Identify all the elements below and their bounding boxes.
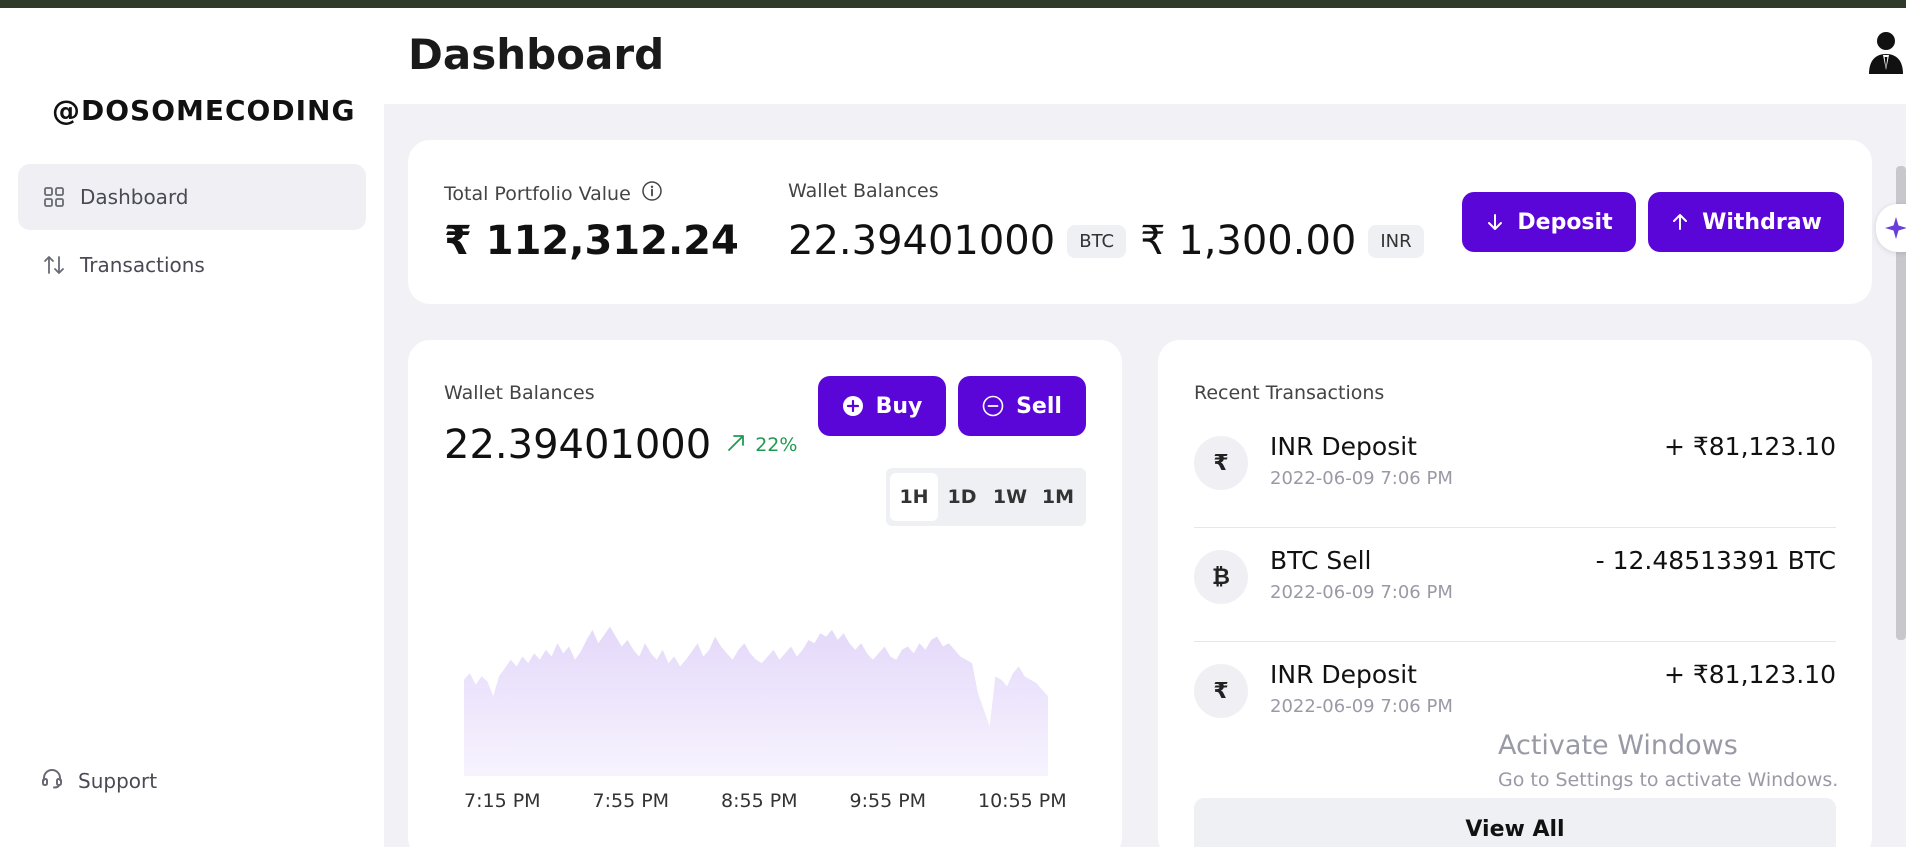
wallet-balances-label: Wallet Balances [788,180,939,202]
wallet-balances-row: 22.39401000 BTC ₹ 1,300.00 INR [788,218,1438,264]
x-tick-label: 10:55 PM [978,790,1067,812]
chart-area-series [464,626,1048,776]
brand-logo: @DOSOMECODING [52,94,356,127]
wallet-chart-value: 22.39401000 [444,422,712,468]
transaction-row[interactable]: ₿ BTC Sell 2022-06-09 7:06 PM - 12.48513… [1194,528,1836,642]
buy-label: Buy [875,393,923,419]
transaction-name: INR Deposit [1270,432,1417,461]
withdraw-label: Withdraw [1702,209,1822,235]
main-content: Total Portfolio Value ₹ 112,312.24 Walle… [384,104,1906,847]
x-tick-label: 8:55 PM [721,790,798,812]
sidebar-item-label: Transactions [80,253,205,277]
minus-circle-icon [982,395,1004,417]
swap-vertical-icon [42,253,66,277]
sidebar-item-label: Dashboard [80,185,189,209]
range-1w[interactable]: 1W [986,473,1034,521]
time-range-selector: 1H 1D 1W 1M [886,468,1086,526]
portfolio-label-row: Total Portfolio Value [444,180,663,207]
sidebar-item-dashboard[interactable]: Dashboard [18,164,366,230]
change-indicator: 22% [725,432,797,459]
transaction-name: BTC Sell [1270,546,1372,575]
transaction-row[interactable]: ₹ INR Deposit 2022-06-09 7:06 PM + ₹81,1… [1194,642,1836,756]
balance-area-chart [464,626,1048,776]
trend-up-icon [725,432,747,459]
recent-transactions-card: Recent Transactions ₹ INR Deposit 2022-0… [1158,340,1872,847]
inr-unit-badge: INR [1368,224,1424,258]
portfolio-value: ₹ 112,312.24 [444,218,739,264]
arrow-down-icon [1485,212,1505,232]
sell-label: Sell [1016,393,1062,419]
wallet-chart-card: Wallet Balances 22.39401000 22% Buy Sell… [408,340,1122,847]
range-1h[interactable]: 1H [890,473,938,521]
portfolio-label: Total Portfolio Value [444,182,631,205]
x-tick-label: 9:55 PM [849,790,927,812]
wallet-chart-label: Wallet Balances [444,382,595,404]
user-icon[interactable] [1846,30,1906,78]
btc-balance: 22.39401000 [788,218,1056,264]
withdraw-button[interactable]: Withdraw [1648,192,1844,252]
grid-icon [42,185,66,209]
rupee-icon: ₹ [1194,664,1248,718]
transaction-amount: - 12.48513391 BTC [1595,546,1836,575]
transaction-row[interactable]: ₹ INR Deposit 2022-06-09 7:06 PM + ₹81,1… [1194,414,1836,528]
page-title: Dashboard [408,30,665,79]
transaction-date: 2022-06-09 7:06 PM [1270,582,1453,603]
sell-button[interactable]: Sell [958,376,1086,436]
range-1d[interactable]: 1D [938,473,986,521]
bitcoin-icon: ₿ [1194,550,1248,604]
plus-circle-icon [842,395,864,417]
portfolio-summary-card: Total Portfolio Value ₹ 112,312.24 Walle… [408,140,1872,304]
inr-balance: ₹ 1,300.00 [1140,218,1357,264]
x-tick-label: 7:55 PM [592,790,670,812]
sidebar: @DOSOMECODING Dashboard Transactions Sup… [0,8,384,847]
transaction-amount: + ₹81,123.10 [1663,660,1836,689]
btc-unit-badge: BTC [1067,224,1127,258]
transaction-date: 2022-06-09 7:06 PM [1270,696,1453,717]
deposit-label: Deposit [1517,209,1613,235]
top-header: Dashboard [384,8,1906,104]
deposit-button[interactable]: Deposit [1462,192,1636,252]
x-tick-label: 7:15 PM [464,790,541,812]
change-percent: 22% [755,434,798,456]
rupee-icon: ₹ [1194,436,1248,490]
transactions-title: Recent Transactions [1194,382,1385,404]
wallet-chart-value-row: 22.39401000 22% [444,422,797,468]
sidebar-item-transactions[interactable]: Transactions [18,232,366,298]
info-icon[interactable] [641,180,663,207]
transaction-name: INR Deposit [1270,660,1417,689]
support-label: Support [78,768,158,793]
view-all-button[interactable]: View All [1194,798,1836,847]
sidebar-item-support[interactable]: Support [40,766,157,795]
buy-button[interactable]: Buy [818,376,946,436]
transaction-date: 2022-06-09 7:06 PM [1270,468,1453,489]
transaction-amount: + ₹81,123.10 [1663,432,1836,461]
range-1m[interactable]: 1M [1034,473,1082,521]
chart-x-axis: 7:15 PM 7:55 PM 8:55 PM 9:55 PM 10:55 PM [464,790,1067,818]
arrow-up-icon [1670,212,1690,232]
window-top-strip [0,0,1906,8]
headset-icon [40,766,64,795]
